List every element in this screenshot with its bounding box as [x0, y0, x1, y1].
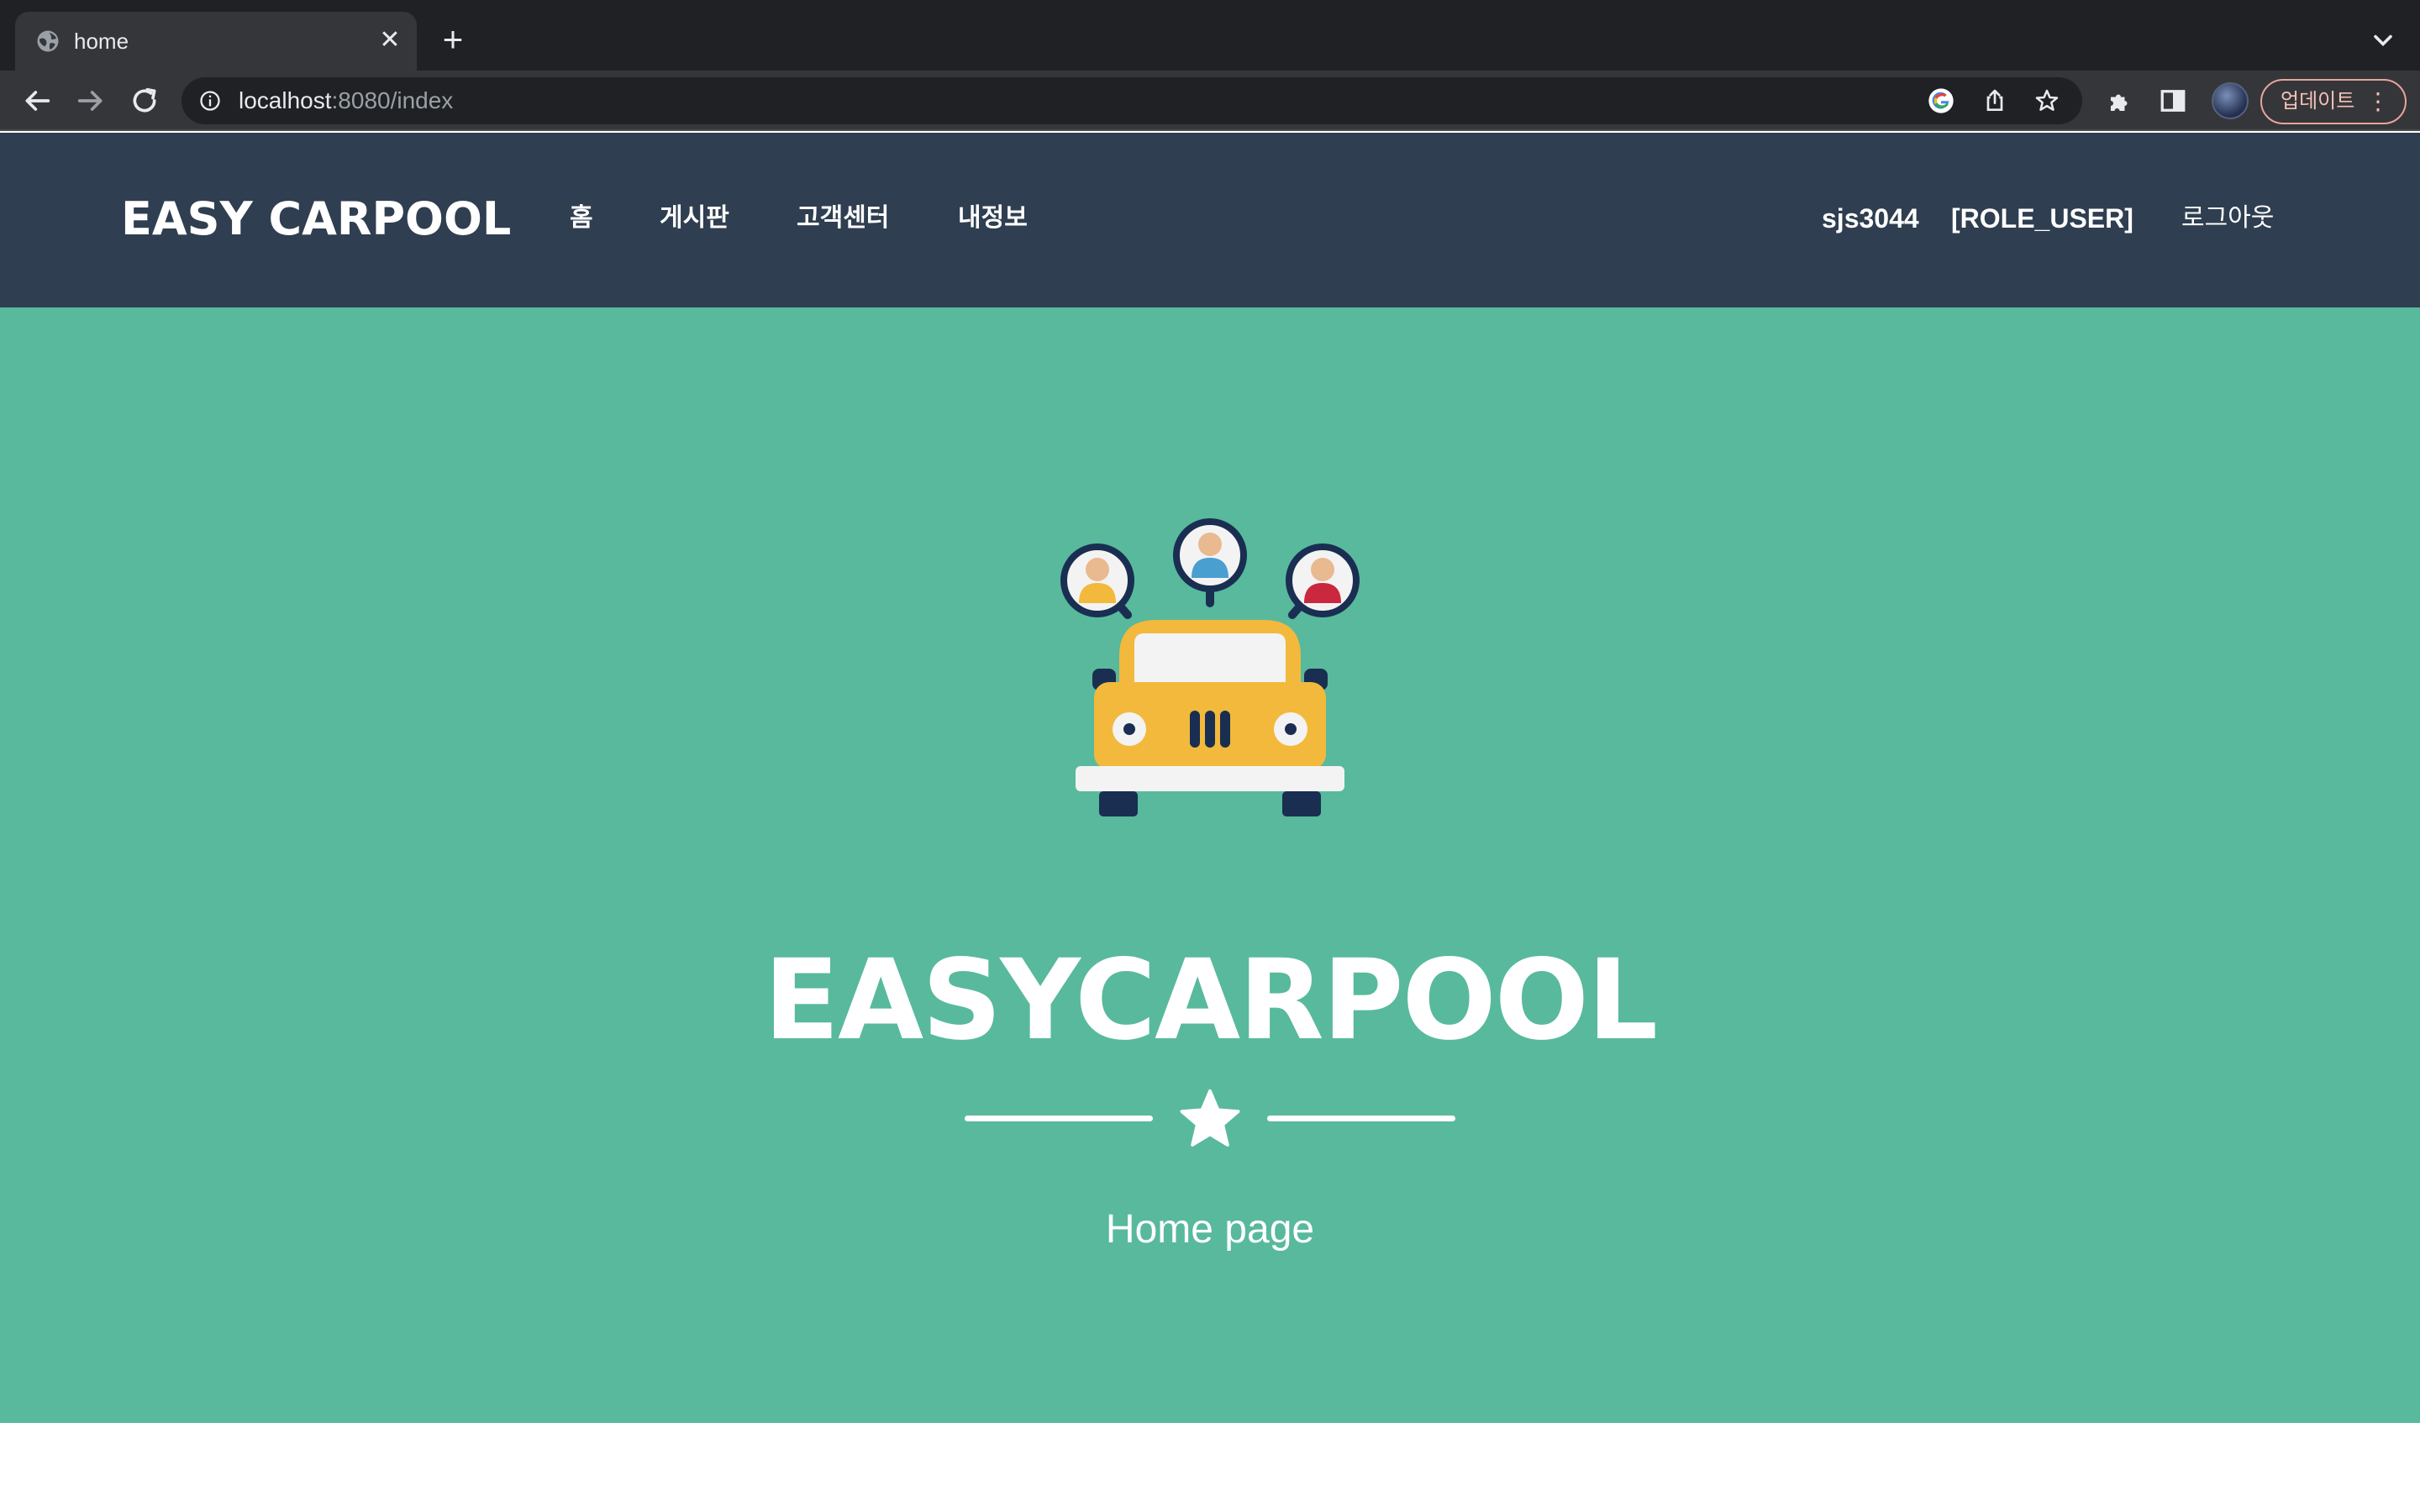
- browser-tab[interactable]: home ✕: [15, 12, 417, 71]
- google-icon[interactable]: [1928, 87, 1954, 114]
- star-icon: [1180, 1089, 1240, 1147]
- username: sjs3044: [1822, 203, 1919, 234]
- passenger-bubble-left-icon: [1060, 543, 1134, 619]
- profile-avatar[interactable]: [2212, 82, 2249, 119]
- url-host: localhost: [239, 87, 332, 113]
- url-path: :8080/index: [331, 87, 454, 113]
- carpool-car-icon: [1060, 518, 1360, 816]
- share-icon[interactable]: [1981, 87, 2008, 114]
- site-navbar: EASY CARPOOL 홈 게시판 고객센터 내정보 sjs3044 [ROL…: [0, 133, 2420, 307]
- url-text[interactable]: localhost:8080/index: [239, 86, 453, 116]
- nav-item-home[interactable]: 홈: [570, 202, 593, 235]
- brand-logo[interactable]: EASY CARPOOL: [121, 192, 511, 247]
- reload-icon[interactable]: [128, 84, 161, 118]
- browser-tab-strip: home ✕ +: [0, 0, 2420, 71]
- update-button[interactable]: 업데이트 ⋮: [2260, 79, 2407, 124]
- bookmark-star-icon[interactable]: [2033, 87, 2060, 114]
- divider-line-right: [1267, 1116, 1455, 1121]
- passenger-bubble-center-icon: [1173, 518, 1247, 607]
- more-menu-icon[interactable]: ⋮: [2366, 81, 2390, 123]
- info-icon[interactable]: [198, 89, 222, 113]
- browser-toolbar: localhost:8080/index 업데이트 ⋮: [0, 71, 2420, 131]
- hero-subtitle: Home page: [1105, 1207, 1315, 1252]
- hero-section: EASYCARPOOL Home page: [0, 307, 2420, 1423]
- user-role: [ROLE_USER]: [1951, 203, 2133, 234]
- back-icon[interactable]: [20, 84, 54, 118]
- nav-item-board[interactable]: 게시판: [660, 202, 729, 235]
- close-tab-icon[interactable]: ✕: [375, 25, 405, 55]
- side-panel-icon[interactable]: [2158, 86, 2188, 116]
- tab-search-icon[interactable]: [2368, 25, 2398, 55]
- new-tab-button[interactable]: +: [435, 22, 471, 57]
- hero-title: EASYCARPOOL: [763, 936, 1658, 1065]
- globe-icon: [37, 30, 59, 52]
- nav-item-support[interactable]: 고객센터: [797, 202, 889, 235]
- extensions-icon[interactable]: [2106, 86, 2136, 116]
- passenger-bubble-right-icon: [1286, 543, 1360, 619]
- update-label: 업데이트: [2281, 90, 2355, 113]
- logout-link[interactable]: 로그아웃: [2181, 202, 2274, 235]
- nav-item-my-info[interactable]: 내정보: [958, 202, 1028, 235]
- tab-title: home: [74, 29, 129, 54]
- address-bar[interactable]: localhost:8080/index: [182, 77, 2082, 124]
- forward-icon[interactable]: [74, 84, 108, 118]
- divider-line-left: [965, 1116, 1153, 1121]
